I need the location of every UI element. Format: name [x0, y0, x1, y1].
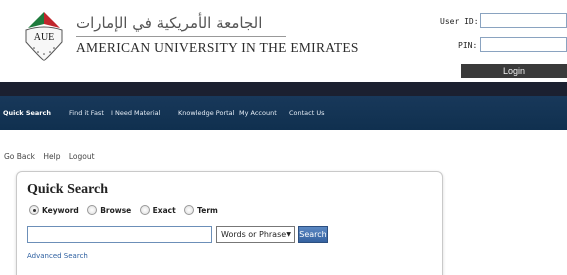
radio-selected-icon[interactable]: [29, 205, 39, 215]
search-input[interactable]: [27, 226, 212, 243]
logout-link[interactable]: Logout: [69, 152, 95, 161]
pin-input[interactable]: [480, 37, 567, 52]
user-id-label: User ID:: [440, 17, 479, 26]
nav-knowledge-portal[interactable]: Knowledge Portal: [178, 109, 234, 117]
dropdown-arrow-icon: ▼: [286, 231, 291, 238]
pin-label: PIN:: [458, 41, 478, 50]
go-back-link[interactable]: Go Back: [4, 152, 35, 161]
quick-search-panel: Quick Search Keyword Browse Exact Term W…: [16, 171, 443, 275]
nav-i-need-material[interactable]: I Need Material: [111, 109, 160, 117]
nav-contact-us[interactable]: Contact Us: [289, 109, 325, 117]
radio-keyword[interactable]: Keyword: [29, 205, 79, 215]
nav-find-it-fast[interactable]: Find it Fast: [69, 109, 104, 117]
advanced-search-link[interactable]: Advanced Search: [27, 252, 88, 260]
login-button[interactable]: Login: [461, 64, 567, 78]
arabic-university-name: الجامعة الأمريكية في الإمارات: [76, 14, 263, 32]
quick-search-title: Quick Search: [27, 182, 109, 197]
english-university-name: AMERICAN UNIVERSITY IN THE EMIRATES: [76, 40, 359, 55]
radio-exact[interactable]: Exact: [139, 205, 176, 215]
search-mode-value: Words or Phrase: [221, 230, 287, 239]
header-divider: [76, 36, 286, 37]
radio-exact-label: Exact: [152, 205, 176, 215]
radio-unselected-icon[interactable]: [87, 205, 98, 215]
university-logo: AUE: [25, 12, 63, 61]
utility-links: Go Back Help Logout: [4, 152, 101, 161]
radio-browse-label: Browse: [100, 205, 132, 215]
search-type-radios: Keyword Browse Exact Term: [29, 205, 224, 217]
radio-keyword-label: Keyword: [42, 205, 79, 215]
help-link[interactable]: Help: [43, 152, 60, 161]
search-mode-select[interactable]: Words or Phrase ▼: [216, 226, 295, 243]
nav-my-account[interactable]: My Account: [239, 109, 277, 117]
radio-unselected-icon[interactable]: [139, 205, 150, 215]
logo-text: AUE: [34, 32, 55, 43]
radio-term-label: Term: [197, 205, 218, 215]
nav-quick-search[interactable]: Quick Search: [3, 109, 51, 117]
user-id-input[interactable]: [480, 13, 567, 28]
radio-term[interactable]: Term: [184, 205, 218, 215]
search-button[interactable]: Search: [298, 226, 328, 243]
nav-top-strip: [0, 82, 567, 96]
main-nav: Quick Search Find it Fast I Need Materia…: [0, 96, 567, 130]
radio-unselected-icon[interactable]: [184, 205, 195, 215]
site-header: AUE الجامعة الأمريكية في الإمارات AMERIC…: [0, 0, 567, 80]
radio-browse[interactable]: Browse: [87, 205, 131, 215]
